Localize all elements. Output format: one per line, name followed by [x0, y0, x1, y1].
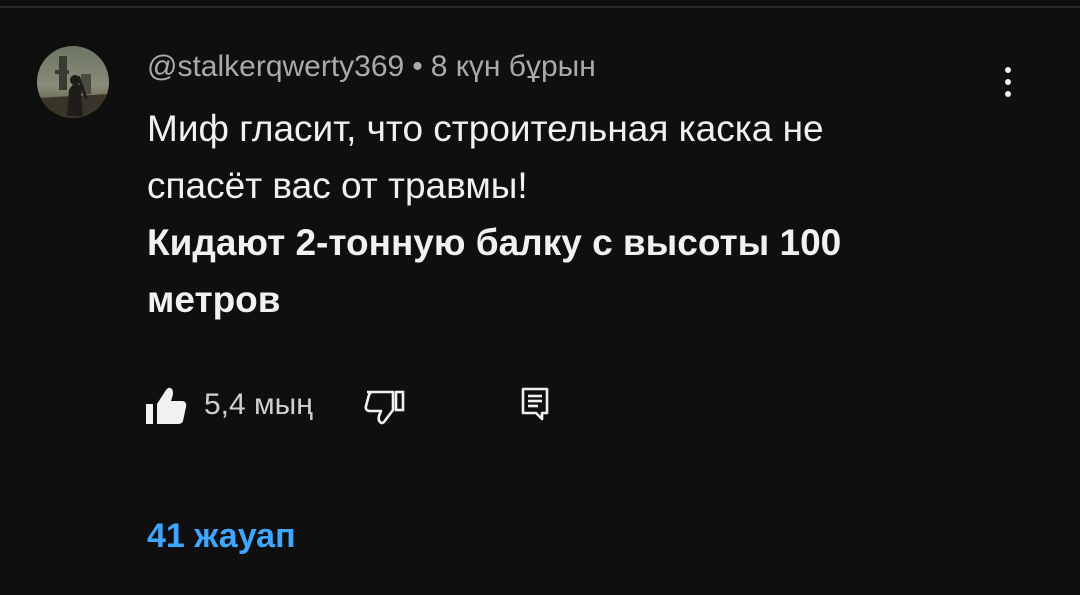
menu-dot — [1005, 67, 1011, 73]
like-count: 5,4 мың — [204, 388, 313, 421]
comment-meta: @stalkerqwerty369 • 8 күн бұрын — [147, 49, 596, 85]
thumbs-up-icon[interactable] — [144, 386, 188, 426]
menu-dot — [1005, 91, 1011, 97]
comment-timestamp: 8 күн бұрын — [430, 50, 596, 83]
comment-text: Миф гласит, что строительная каска не сп… — [147, 100, 1027, 328]
more-vertical-icon[interactable] — [990, 60, 1026, 104]
menu-dot — [1005, 79, 1011, 85]
comment-bold-line: Кидают 2-тонную балку с высоты 100 — [147, 222, 842, 263]
comment-line: Миф гласит, что строительная каска не — [147, 108, 824, 149]
comment-bold-line: метров — [147, 279, 281, 320]
comment-reply-icon[interactable] — [520, 386, 550, 422]
comment-line: спасёт вас от травмы! — [147, 165, 528, 206]
avatar[interactable] — [37, 46, 109, 118]
avatar-image — [37, 46, 109, 118]
thumbs-down-icon[interactable] — [363, 385, 407, 425]
view-replies-link[interactable]: 41 жауап — [147, 514, 296, 558]
top-divider — [0, 6, 1080, 8]
meta-separator: • — [412, 50, 423, 83]
author-name[interactable]: @stalkerqwerty369 — [147, 50, 404, 83]
